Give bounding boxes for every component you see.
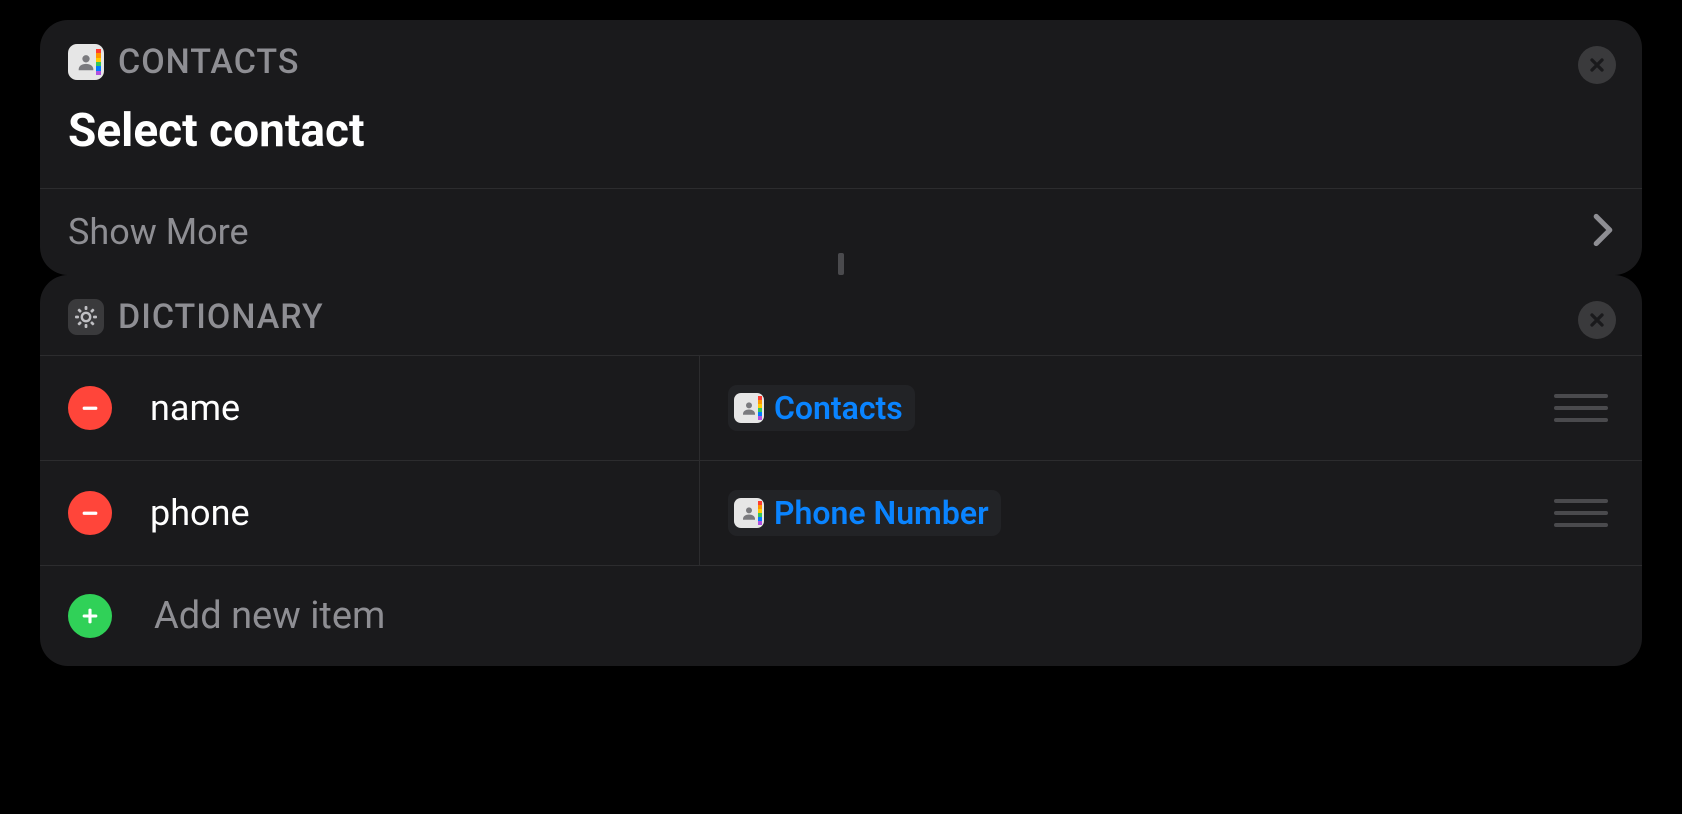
dictionary-row: name Contacts bbox=[40, 355, 1642, 460]
plus-icon bbox=[79, 605, 101, 627]
dictionary-value-cell[interactable]: Phone Number bbox=[700, 461, 1642, 565]
add-item-label: Add new item bbox=[154, 594, 385, 638]
contacts-action-card: CONTACTS Select contact Show More bbox=[40, 20, 1642, 275]
contacts-app-icon bbox=[734, 393, 764, 423]
add-new-item-row[interactable]: Add new item bbox=[40, 565, 1642, 666]
contacts-app-label: CONTACTS bbox=[118, 42, 299, 82]
dictionary-card-header: DICTIONARY bbox=[40, 275, 1642, 337]
variable-token[interactable]: Contacts bbox=[728, 385, 915, 431]
dictionary-key-cell[interactable]: name bbox=[40, 356, 700, 460]
dictionary-value-cell[interactable]: Contacts bbox=[700, 356, 1642, 460]
close-dictionary-button[interactable] bbox=[1578, 301, 1616, 339]
chevron-right-icon bbox=[1592, 213, 1614, 251]
drag-handle-icon[interactable] bbox=[1554, 394, 1608, 422]
remove-row-button[interactable] bbox=[68, 386, 112, 430]
gear-icon bbox=[74, 305, 98, 329]
contacts-card-header: CONTACTS bbox=[40, 20, 1642, 82]
dictionary-action-card: DICTIONARY name bbox=[40, 275, 1642, 666]
contacts-color-tabs bbox=[96, 49, 101, 75]
contacts-app-icon bbox=[68, 44, 104, 80]
variable-token-label: Contacts bbox=[774, 389, 903, 427]
close-icon bbox=[1587, 55, 1607, 75]
variable-token[interactable]: Phone Number bbox=[728, 490, 1001, 536]
contacts-app-icon bbox=[734, 498, 764, 528]
show-more-label: Show More bbox=[68, 211, 1592, 253]
scripting-app-icon bbox=[68, 299, 104, 335]
dictionary-app-label: DICTIONARY bbox=[118, 297, 324, 337]
close-icon bbox=[1587, 310, 1607, 330]
remove-row-button[interactable] bbox=[68, 491, 112, 535]
add-item-button[interactable] bbox=[68, 594, 112, 638]
dictionary-body: name Contacts bbox=[40, 337, 1642, 666]
dictionary-key-label: name bbox=[150, 387, 240, 429]
close-contacts-button[interactable] bbox=[1578, 46, 1616, 84]
minus-icon bbox=[79, 397, 101, 419]
variable-token-label: Phone Number bbox=[774, 494, 989, 532]
dictionary-key-label: phone bbox=[150, 492, 250, 534]
contacts-action-title: Select contact bbox=[40, 82, 1642, 188]
dictionary-row: phone Phone Number bbox=[40, 460, 1642, 565]
minus-icon bbox=[79, 502, 101, 524]
dictionary-key-cell[interactable]: phone bbox=[40, 461, 700, 565]
drag-handle-icon[interactable] bbox=[1554, 499, 1608, 527]
action-connector bbox=[838, 253, 844, 275]
